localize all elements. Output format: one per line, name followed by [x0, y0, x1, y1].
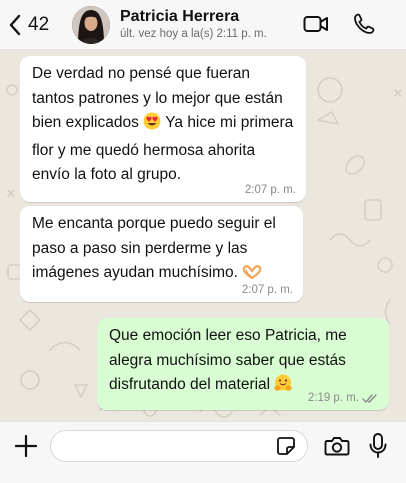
- sticker-icon: [277, 437, 295, 455]
- message-time: 2:07 p. m.: [241, 284, 293, 296]
- heart-eyes-emoji-icon: [143, 112, 161, 139]
- message-text-wrapper: Que emoción leer eso Patricia, me alegra…: [109, 324, 379, 401]
- message-meta: 2:19 p. m.: [308, 391, 379, 405]
- camera-icon: [324, 437, 350, 456]
- message-meta: 2:07 p. m.: [245, 183, 296, 197]
- video-call-button[interactable]: [303, 12, 329, 41]
- chevron-left-icon: [9, 14, 21, 36]
- message-meta: 2:07 p. m.: [242, 283, 293, 297]
- video-camera-icon: [303, 16, 328, 32]
- message-composer: [0, 421, 406, 483]
- contact-name[interactable]: Patricia Herrera: [120, 8, 239, 26]
- voice-call-button[interactable]: [352, 12, 376, 41]
- unread-count: 42: [28, 14, 50, 35]
- chat-messages-area[interactable]: De verdad no pensé que fueran tantos pat…: [0, 50, 406, 421]
- hugging-face-emoji-icon: [274, 374, 293, 401]
- back-button[interactable]: 42: [8, 11, 49, 39]
- last-seen-status: últ. vez hoy a la(s) 2:11 p. m.: [120, 28, 267, 40]
- microphone-icon: [369, 433, 387, 458]
- message-time: 2:07 p. m.: [244, 184, 296, 196]
- voice-note-button[interactable]: [368, 432, 388, 465]
- message-input[interactable]: [50, 430, 308, 462]
- phone-icon: [354, 13, 375, 34]
- outgoing-message[interactable]: Que emoción leer eso Patricia, me alegra…: [97, 318, 389, 410]
- message-text: De verdad no pensé que fueran tantos pat…: [32, 62, 296, 188]
- chat-header: 42 Patricia Herrera últ. vez hoy a la(s)…: [0, 0, 406, 50]
- sticker-button[interactable]: [276, 436, 296, 461]
- attach-button[interactable]: [14, 434, 38, 463]
- message-text: Me encanta porque puedo seguir el paso a…: [32, 215, 276, 281]
- whatsapp-chat-screen: 42 Patricia Herrera últ. vez hoy a la(s)…: [0, 0, 406, 483]
- avatar[interactable]: [72, 6, 110, 44]
- message-text-wrapper: Me encanta porque puedo seguir el paso a…: [32, 212, 293, 289]
- incoming-message[interactable]: De verdad no pensé que fueran tantos pat…: [20, 56, 306, 202]
- camera-button[interactable]: [324, 434, 350, 463]
- message-time: 2:19 p. m.: [307, 392, 359, 404]
- contact-photo: [72, 6, 110, 44]
- incoming-message[interactable]: Me encanta porque puedo seguir el paso a…: [20, 206, 303, 302]
- message-text: Que emoción leer eso Patricia, me alegra…: [109, 327, 347, 393]
- plus-icon: [14, 434, 38, 458]
- double-check-read-icon: [362, 393, 377, 403]
